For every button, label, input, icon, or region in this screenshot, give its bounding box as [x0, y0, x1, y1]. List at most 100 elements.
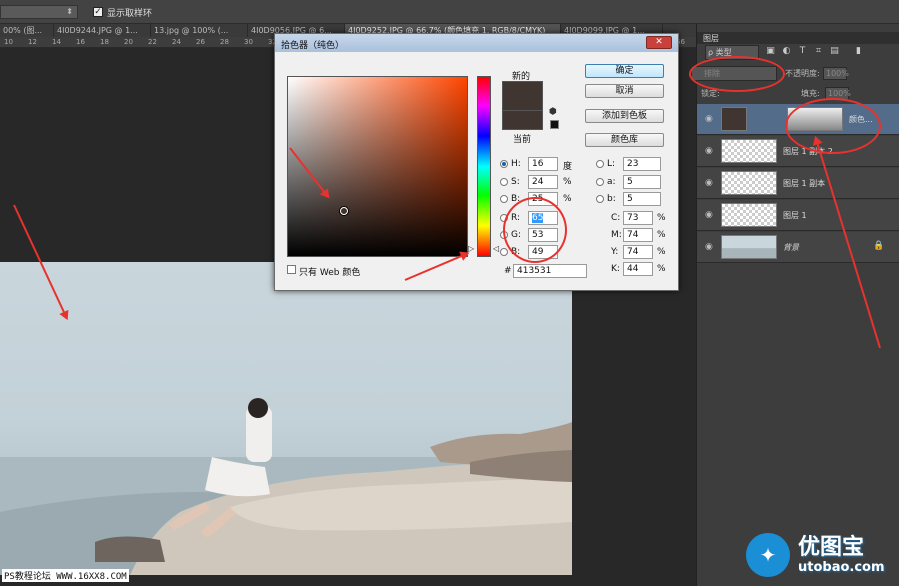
image-filter-icon[interactable]: ▣	[765, 46, 776, 57]
adjustment-filter-icon[interactable]: ◐	[781, 46, 792, 57]
eye-icon[interactable]: ◉	[705, 114, 713, 124]
type-filter-icon[interactable]: T	[797, 46, 808, 57]
saturation-unit: %	[563, 177, 572, 187]
sample-ring-checkbox[interactable]: ✓	[93, 7, 103, 17]
ruler-tick: 20	[124, 38, 133, 46]
cyan-field[interactable]: 73	[623, 211, 653, 225]
annotation-ring-blend	[689, 56, 785, 92]
hex-field[interactable]: 413531	[513, 264, 587, 278]
options-bar: ⬍ ✓ 显示取样环	[0, 0, 899, 24]
shape-filter-icon[interactable]: ⌗	[813, 46, 824, 57]
opacity-field[interactable]: 100%	[823, 67, 849, 80]
lab-l-field[interactable]: 23	[623, 157, 661, 171]
tab-document-3[interactable]: 13.jpg @ 100% (...	[151, 24, 248, 37]
hue-slider[interactable]	[477, 76, 491, 257]
hue-label: H:	[511, 159, 521, 169]
hue-slider-right-arrow-icon[interactable]: ◁	[493, 244, 499, 253]
eye-icon[interactable]: ◉	[705, 242, 713, 252]
chevron-down-icon: ⬍	[66, 7, 73, 16]
color-fill-thumbnail	[721, 107, 747, 131]
close-icon: ✕	[655, 37, 663, 47]
lab-l-label: L:	[607, 159, 616, 169]
ruler-tick: 10	[4, 38, 13, 46]
layer-row-layer-1[interactable]: ◉ 图层 1	[697, 200, 899, 231]
layer-thumbnail	[721, 203, 777, 227]
add-to-swatches-button[interactable]: 添加到色板	[585, 109, 664, 123]
smart-object-filter-icon[interactable]: ▤	[829, 46, 840, 57]
ruler-tick: 30	[244, 38, 253, 46]
cyan-label: C:	[611, 213, 621, 223]
saturation-label: S:	[511, 177, 520, 187]
yellow-label: Y:	[611, 247, 619, 257]
ruler-tick: 16	[76, 38, 85, 46]
saturation-brightness-field[interactable]	[287, 76, 468, 257]
fill-label: 填充:	[801, 89, 820, 98]
yellow-field[interactable]: 74	[623, 245, 653, 259]
annotation-ring-mask	[785, 98, 881, 154]
ruler-tick: 14	[52, 38, 61, 46]
logo-title: 优图宝	[798, 535, 865, 560]
brightness-unit: %	[563, 194, 572, 204]
sample-ring-label: 显示取样环	[107, 9, 153, 19]
lab-a-field[interactable]: 5	[623, 175, 661, 189]
web-safe-swatch-icon[interactable]	[550, 120, 559, 129]
close-button[interactable]: ✕	[646, 36, 672, 49]
bird-icon: ✦	[746, 533, 790, 577]
black-label: K:	[611, 264, 620, 274]
current-color-label: 当前	[513, 135, 532, 145]
lab-l-radio[interactable]	[596, 160, 604, 168]
sample-size-select[interactable]: ⬍	[0, 5, 78, 19]
web-colors-checkbox[interactable]	[287, 265, 296, 274]
cancel-button[interactable]: 取消	[585, 84, 664, 98]
filter-toggle-icon[interactable]: ▮	[853, 46, 864, 57]
eye-icon[interactable]: ◉	[705, 146, 713, 156]
blue-radio[interactable]	[500, 248, 508, 256]
magenta-unit: %	[657, 230, 666, 240]
yellow-unit: %	[657, 247, 666, 257]
lock-icon: 🔒	[873, 241, 885, 251]
lab-b-radio[interactable]	[596, 195, 604, 203]
tab-document-1[interactable]: 00% (图...	[0, 24, 54, 37]
hue-field[interactable]: 16	[528, 157, 558, 171]
panel-header	[697, 32, 899, 44]
magenta-label: M:	[611, 230, 622, 240]
layer-row-background[interactable]: ◉ 背景 🔒	[697, 232, 899, 263]
tab-document-2[interactable]: 4I0D9244.JPG @ 1...	[54, 24, 151, 37]
dialog-titlebar[interactable]: 拾色器（纯色） ✕	[275, 34, 678, 52]
color-sample-circle[interactable]	[340, 207, 348, 215]
web-colors-label: 只有 Web 颜色	[299, 268, 361, 278]
logo-subtitle: utobao.com	[798, 560, 885, 575]
layer-name: 图层 1	[783, 211, 807, 220]
ok-button[interactable]: 确定	[585, 64, 664, 78]
current-color-swatch[interactable]	[502, 111, 543, 130]
saturation-field[interactable]: 24	[528, 175, 558, 189]
lab-b-field[interactable]: 5	[623, 192, 661, 206]
layer-thumbnail	[721, 139, 777, 163]
watermark-text: PS教程论坛 WWW.16XX8.COM	[2, 569, 129, 582]
dialog-title: 拾色器（纯色）	[281, 41, 345, 51]
layer-row-copy[interactable]: ◉ 图层 1 副本	[697, 168, 899, 199]
lab-b-label: b:	[607, 194, 616, 204]
black-unit: %	[657, 264, 666, 274]
layer-name: 图层 1 副本	[783, 179, 826, 188]
ruler-tick: 24	[172, 38, 181, 46]
ruler-tick: 28	[220, 38, 229, 46]
hue-radio[interactable]	[500, 160, 508, 168]
eye-icon[interactable]: ◉	[705, 210, 713, 220]
brightness-radio[interactable]	[500, 195, 508, 203]
tab-layers[interactable]: 图层	[703, 33, 719, 44]
ruler-tick: 26	[196, 38, 205, 46]
opacity-label: 不透明度:	[785, 69, 820, 78]
black-field[interactable]: 44	[623, 262, 653, 276]
hue-unit: 度	[563, 162, 573, 172]
color-libraries-button[interactable]: 颜色库	[585, 133, 664, 147]
photo-canvas[interactable]	[0, 262, 572, 575]
saturation-radio[interactable]	[500, 178, 508, 186]
hex-label: #	[504, 266, 512, 276]
out-of-gamut-cube-icon[interactable]: ⬢	[549, 107, 557, 117]
lab-a-label: a:	[607, 177, 616, 187]
lab-a-radio[interactable]	[596, 178, 604, 186]
ruler-tick: 12	[28, 38, 37, 46]
magenta-field[interactable]: 74	[623, 228, 653, 242]
eye-icon[interactable]: ◉	[705, 178, 713, 188]
